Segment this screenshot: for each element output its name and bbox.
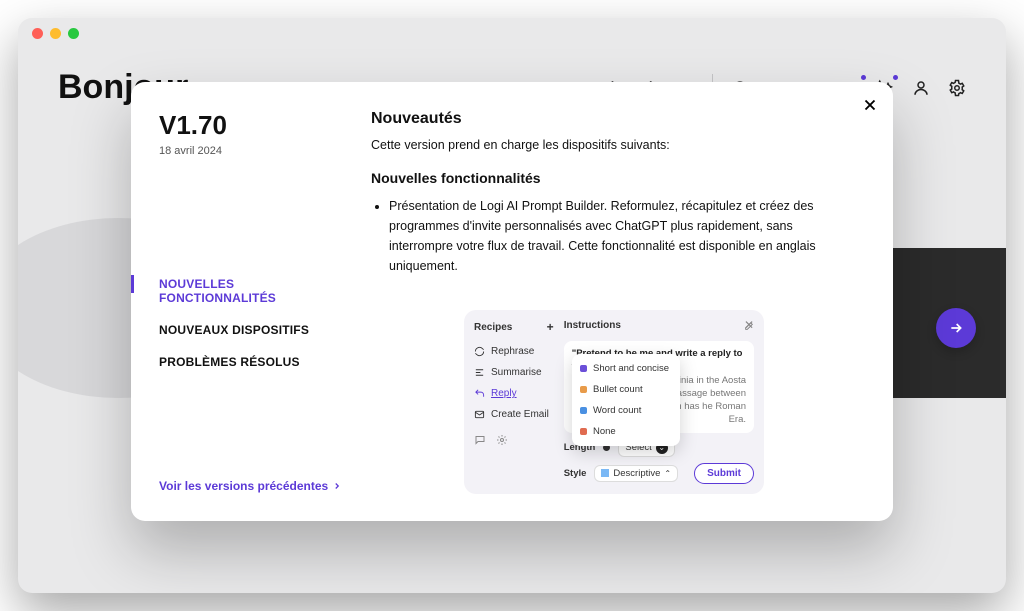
sidebar-item-fixed[interactable]: PROBLÈMES RÉSOLUS <box>159 355 351 369</box>
mail-icon <box>474 409 485 420</box>
recipe-reply[interactable]: Reply <box>474 386 554 401</box>
supports-text: Cette version prend en charge les dispos… <box>371 138 857 152</box>
modal-title: Nouveautés <box>371 110 857 128</box>
previous-versions-label: Voir les versions précédentes <box>159 479 328 493</box>
chevron-up-icon: ⌃ <box>664 469 671 478</box>
recipe-create-email[interactable]: Create Email <box>474 407 554 422</box>
submit-button[interactable]: Submit <box>694 463 754 484</box>
feature-bullet: Présentation de Logi AI Prompt Builder. … <box>389 196 857 276</box>
add-recipe-icon[interactable]: + <box>547 320 554 334</box>
style-label: Style <box>564 468 587 479</box>
style-color-icon <box>601 469 609 477</box>
option-word[interactable]: Word count <box>572 400 680 421</box>
version-title: V1.70 <box>159 110 351 141</box>
recipe-summarise[interactable]: Summarise <box>474 365 554 380</box>
option-bullet[interactable]: Bullet count <box>572 379 680 400</box>
settings-mini-icon[interactable] <box>496 434 508 446</box>
length-dropdown: Short and concise Bullet count Word coun… <box>572 354 680 446</box>
sidebar-item-features[interactable]: NOUVELLES FONCTIONNALITÉS <box>159 277 351 305</box>
instructions-heading: Instructions <box>564 320 621 331</box>
chevron-right-icon <box>332 481 342 491</box>
release-notes-modal: V1.70 18 avril 2024 NOUVELLES FONCTIONNA… <box>131 82 893 521</box>
style-select[interactable]: Descriptive ⌃ <box>594 465 678 482</box>
chat-icon[interactable] <box>474 434 486 446</box>
reply-icon <box>474 388 485 399</box>
recipe-rephrase[interactable]: Rephrase <box>474 344 554 359</box>
section-heading: Nouvelles fonctionnalités <box>371 170 857 186</box>
ai-prompt-builder-preview: ✕ Recipes + Rephrase <box>464 310 764 494</box>
release-date: 18 avril 2024 <box>159 145 351 157</box>
list-icon <box>474 367 485 378</box>
refresh-icon <box>474 346 485 357</box>
option-short[interactable]: Short and concise <box>572 358 680 379</box>
sidebar-item-devices[interactable]: NOUVEAUX DISPOSITIFS <box>159 323 351 337</box>
preview-close-icon[interactable]: ✕ <box>744 318 754 332</box>
recipes-heading: Recipes <box>474 322 512 333</box>
option-none[interactable]: None <box>572 421 680 442</box>
previous-versions-link[interactable]: Voir les versions précédentes <box>159 479 351 493</box>
